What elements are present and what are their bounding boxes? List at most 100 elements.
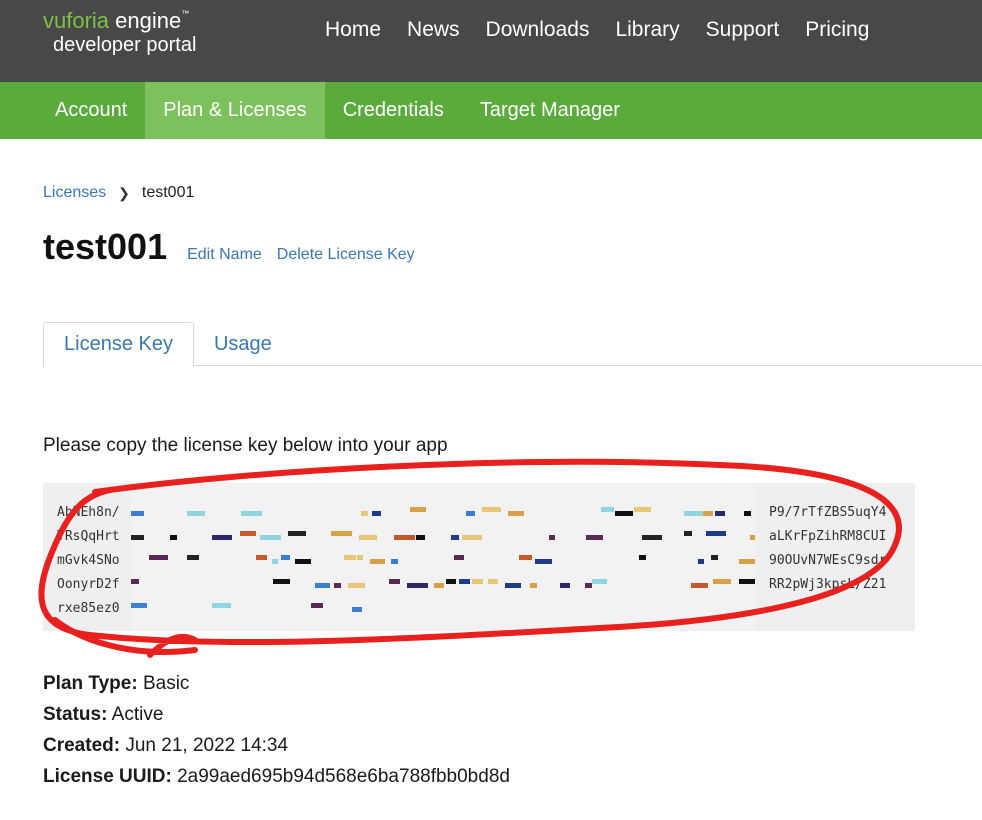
redaction-pixel [295, 559, 311, 564]
redaction-pixel [451, 535, 459, 540]
chevron-right-icon: ❯ [118, 184, 130, 201]
redaction-pixel [212, 535, 232, 540]
redaction-pixel [508, 511, 524, 516]
logo-subtitle: developer portal [53, 34, 197, 56]
redaction-pixel [744, 511, 751, 516]
redaction-pixel [131, 603, 147, 608]
redaction-pixel [315, 583, 330, 588]
instruction-text: Please copy the license key below into y… [43, 435, 448, 456]
breadcrumb: Licenses ❯ test001 [43, 184, 194, 202]
redaction-pixel [311, 603, 323, 608]
redaction-pixel [352, 607, 362, 612]
redaction-pixel [407, 583, 428, 588]
edit-name-link[interactable]: Edit Name [187, 246, 262, 264]
redaction-pixel [446, 579, 456, 584]
redaction-pixel [260, 535, 281, 540]
redaction-pixel [131, 511, 144, 516]
redaction-pixel [739, 559, 756, 564]
redaction-pixel [389, 579, 400, 584]
redaction-pixel [560, 583, 570, 588]
redaction-pixel [706, 531, 726, 536]
redaction-pixel [240, 531, 256, 536]
redaction-pixel [410, 507, 426, 512]
tab-usage[interactable]: Usage [194, 322, 292, 367]
delete-license-key-link[interactable]: Delete License Key [277, 246, 415, 264]
nav-support[interactable]: Support [693, 18, 793, 42]
redaction-pixel [592, 579, 607, 584]
redaction-pixel [634, 507, 651, 512]
status-row: Status: Active [43, 704, 164, 725]
tab-bar: License Key Usage [43, 322, 982, 367]
redaction-pixel [601, 507, 614, 512]
redacted-region [131, 483, 771, 631]
redaction-pixel [586, 535, 603, 540]
redaction-pixel [684, 511, 703, 516]
tab-license-key[interactable]: License Key [43, 322, 194, 367]
redaction-pixel [281, 555, 290, 560]
redaction-pixel [344, 555, 356, 560]
redaction-pixel [454, 555, 464, 560]
subnav-account[interactable]: Account [37, 82, 145, 139]
redaction-pixel [131, 535, 144, 540]
redaction-pixel [212, 603, 231, 608]
nav-downloads[interactable]: Downloads [473, 18, 603, 42]
redaction-pixel [273, 579, 290, 584]
nav-home[interactable]: Home [312, 18, 394, 42]
vuforia-logo[interactable]: vuforia engine™ developer portal [43, 8, 197, 56]
redaction-pixel [187, 511, 205, 516]
redaction-pixel [256, 555, 267, 560]
redaction-pixel [131, 579, 139, 584]
redaction-pixel [530, 583, 537, 588]
license-key-box[interactable]: AbNEh8n/P9/7rTfZBS5uqY4 TRsQqHrt aLKrFpZi… [43, 483, 915, 631]
title-row: test001 Edit Name Delete License Key [43, 226, 430, 268]
redaction-pixel [535, 559, 552, 564]
redaction-pixel [361, 511, 368, 516]
nav-news[interactable]: News [394, 18, 473, 42]
redaction-pixel [331, 531, 352, 536]
license-details: Plan Type: Basic Status: Active Created:… [43, 668, 510, 792]
redaction-pixel [348, 583, 365, 588]
redaction-pixel [549, 535, 555, 540]
redaction-pixel [372, 511, 381, 516]
breadcrumb-current: test001 [141, 184, 195, 201]
redaction-pixel [703, 511, 713, 516]
redaction-pixel [394, 535, 415, 540]
nav-library[interactable]: Library [602, 18, 692, 42]
redaction-pixel [272, 559, 278, 564]
redaction-pixel [459, 579, 470, 584]
redaction-pixel [691, 583, 708, 588]
redaction-pixel [715, 511, 725, 516]
redaction-pixel [416, 535, 425, 540]
redaction-pixel [488, 579, 498, 584]
created-row: Created: Jun 21, 2022 14:34 [43, 735, 289, 756]
redaction-pixel [359, 535, 377, 540]
redaction-pixel [357, 555, 363, 560]
redaction-pixel [684, 531, 692, 536]
redaction-pixels [131, 507, 771, 612]
redaction-pixel [466, 511, 475, 516]
redaction-pixel [149, 555, 168, 560]
subnav-plan-licenses[interactable]: Plan & Licenses [145, 82, 325, 139]
redaction-pixel [370, 559, 385, 564]
nav-pricing[interactable]: Pricing [792, 18, 882, 42]
page-title: test001 [43, 226, 168, 267]
redaction-pixel [434, 583, 444, 588]
redaction-pixel [472, 579, 483, 584]
redaction-pixel [739, 579, 756, 584]
breadcrumb-licenses-link[interactable]: Licenses [43, 184, 106, 202]
redaction-pixel [505, 583, 521, 588]
redaction-pixel [711, 555, 718, 560]
logo-wordmark: vuforia engine™ [43, 8, 190, 33]
top-header: vuforia engine™ developer portal Home Ne… [0, 0, 982, 82]
plan-type-row: Plan Type: Basic [43, 673, 190, 694]
redaction-pixel [519, 555, 532, 560]
redaction-pixel [170, 535, 177, 540]
subnav-target-manager[interactable]: Target Manager [462, 82, 638, 139]
subnav-credentials[interactable]: Credentials [325, 82, 462, 139]
redaction-pixel [639, 555, 646, 560]
redaction-pixel [288, 531, 306, 536]
redaction-pixel [698, 559, 704, 564]
redaction-pixel [391, 559, 398, 564]
redaction-pixel [713, 579, 731, 584]
redaction-pixel [462, 535, 482, 540]
